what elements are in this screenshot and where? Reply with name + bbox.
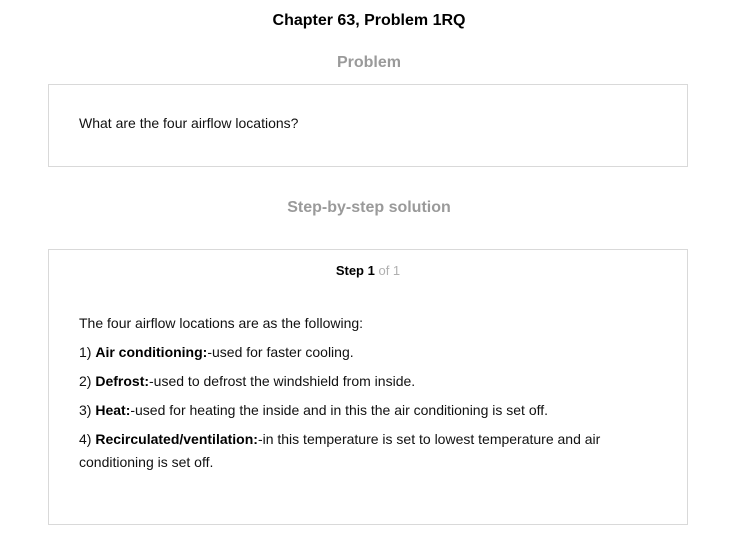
solution-card: Step 1 of 1 The four airflow locations a… <box>48 249 688 525</box>
item-number: 3) <box>79 402 92 418</box>
step-label: Step 1 <box>335 263 375 278</box>
solution-body: The four airflow locations are as the fo… <box>79 312 649 480</box>
item-term: Heat: <box>95 402 131 418</box>
step-header: Step 1 of 1 <box>49 263 687 278</box>
item-term: Recirculated/ventilation: <box>95 431 258 447</box>
solution-item: 3) Heat:-used for heating the inside and… <box>79 399 649 422</box>
item-number: 2) <box>79 373 92 389</box>
item-description: -used for faster cooling. <box>207 344 354 360</box>
item-number: 4) <box>79 431 92 447</box>
step-count: of 1 <box>378 263 401 278</box>
problem-card: What are the four airflow locations? <box>48 84 688 167</box>
item-description: -used to defrost the windshield from ins… <box>149 373 416 389</box>
solution-item: 2) Defrost:-used to defrost the windshie… <box>79 370 649 393</box>
problem-text: What are the four airflow locations? <box>79 115 299 131</box>
solution-heading: Step-by-step solution <box>287 199 451 216</box>
solution-item: 4) Recirculated/ventilation:-in this tem… <box>79 428 649 474</box>
solution-item: 1) Air conditioning:-used for faster coo… <box>79 341 649 364</box>
item-term: Defrost: <box>95 373 150 389</box>
item-number: 1) <box>79 344 92 360</box>
item-term: Air conditioning: <box>95 344 208 360</box>
item-description: -used for heating the inside and in this… <box>130 402 549 418</box>
problem-heading: Problem <box>336 54 401 71</box>
solution-intro: The four airflow locations are as the fo… <box>79 315 364 331</box>
page-title: Chapter 63, Problem 1RQ <box>272 12 466 29</box>
